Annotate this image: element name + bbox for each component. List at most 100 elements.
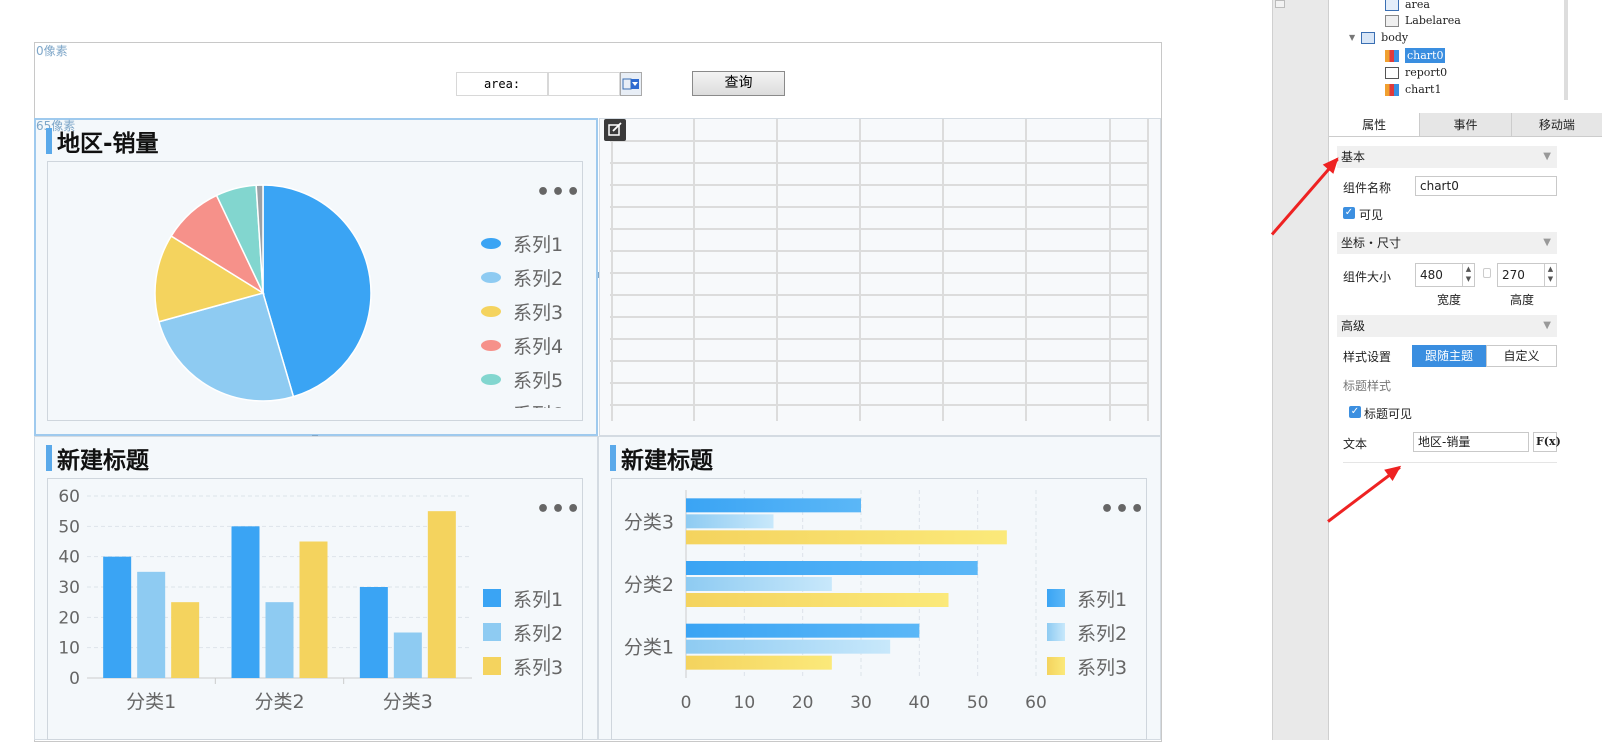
- label-icon: [1385, 14, 1399, 27]
- x-tick-label: 40: [909, 693, 931, 713]
- tree-item-report0[interactable]: report0: [1385, 66, 1447, 79]
- tab-mobile[interactable]: 移动端: [1511, 113, 1602, 136]
- legend-item-s1[interactable]: 系列1: [1047, 581, 1127, 615]
- legend-swatch: [481, 373, 501, 385]
- title-text-input[interactable]: 地区-销量: [1413, 432, 1529, 452]
- text-label: 文本: [1343, 437, 1368, 451]
- lock-icon[interactable]: [1483, 268, 1491, 278]
- tab-properties[interactable]: 属性: [1329, 113, 1421, 136]
- section-basic[interactable]: 基本 ▼: [1337, 146, 1557, 168]
- legend-item-s3[interactable]: 系列3: [481, 294, 581, 328]
- hbar-1-1[interactable]: [686, 623, 920, 638]
- section-advanced[interactable]: 高级 ▼: [1337, 315, 1557, 337]
- tree-item-labelarea[interactable]: Labelarea: [1385, 14, 1461, 27]
- horizontal-bar-chart: 0 10 20 30 40 50 60 分类1 分类2 分类3: [624, 490, 1047, 713]
- hbar-2-3[interactable]: [686, 514, 774, 529]
- bar-2-3[interactable]: [393, 632, 422, 679]
- hbar-more-icon[interactable]: •••: [1100, 497, 1145, 522]
- hbar-2-1[interactable]: [686, 639, 891, 654]
- tree-label: Labelarea: [1405, 14, 1461, 27]
- legend-swatch: [481, 305, 501, 317]
- tree-item-chart0[interactable]: chart0: [1385, 48, 1446, 63]
- pie-legend: 系列1 系列2 系列3 系列4 系列5 系列6: [481, 226, 581, 408]
- formula-button[interactable]: F(x): [1533, 432, 1561, 452]
- tree-item-chart1[interactable]: chart1: [1385, 83, 1441, 96]
- hbar-3-2[interactable]: [686, 593, 949, 607]
- bar-legend: 系列1 系列2 系列3: [483, 581, 563, 683]
- hbar-panel-title-text: 新建标题: [621, 448, 713, 474]
- divider: [1343, 462, 1557, 463]
- width-stepper[interactable]: ▲ ▼: [1462, 264, 1474, 286]
- tree-label: body: [1381, 31, 1409, 44]
- bar-panel-title: 新建标题: [46, 441, 149, 475]
- hbar-1-2[interactable]: [686, 561, 978, 575]
- area-param-input[interactable]: [548, 72, 620, 96]
- legend-item-s2[interactable]: 系列2: [483, 615, 563, 649]
- x-tick-label: 60: [1025, 693, 1047, 713]
- report-icon: [1385, 66, 1399, 79]
- bar-2-1[interactable]: [137, 571, 166, 678]
- legend-item-s4[interactable]: 系列4: [481, 328, 581, 362]
- dropdown-icon: [622, 78, 639, 90]
- section-position-size[interactable]: 坐标・尺寸 ▼: [1337, 232, 1557, 254]
- legend-item-s6[interactable]: 系列6: [481, 396, 581, 408]
- height-label: 高度: [1510, 293, 1535, 307]
- tree-item-body[interactable]: ▼ body: [1349, 31, 1408, 44]
- pie-more-icon[interactable]: •••: [536, 180, 581, 205]
- tree-item-area[interactable]: area: [1385, 0, 1430, 11]
- y-tick-label: 40: [58, 548, 80, 568]
- y-tick-label: 分类3: [624, 511, 674, 533]
- bar-1-2[interactable]: [231, 526, 260, 678]
- bar-3-1[interactable]: [171, 602, 200, 678]
- hbar-3-1[interactable]: [686, 655, 832, 670]
- legend-swatch: [481, 271, 501, 283]
- collapse-icon: ▼: [1543, 151, 1551, 162]
- y-tick-label: 0: [69, 669, 80, 689]
- bar-1-1[interactable]: [103, 556, 132, 678]
- legend-swatch: [483, 623, 501, 641]
- vertical-bar-chart: 0 10 20 30 40 50 60 分类1 分类2 分类3: [58, 487, 472, 713]
- legend-item-s3[interactable]: 系列3: [1047, 649, 1127, 683]
- hbar-legend: 系列1 系列2 系列3: [1047, 581, 1127, 683]
- legend-swatch: [1047, 589, 1065, 607]
- size-label: 组件大小: [1343, 270, 1392, 284]
- custom-style-button[interactable]: 自定义: [1486, 345, 1557, 367]
- bar-panel-title-text: 新建标题: [57, 448, 149, 474]
- bar-2-2[interactable]: [265, 602, 294, 678]
- combo-icon: [1385, 0, 1399, 11]
- y-tick-label: 30: [58, 578, 80, 598]
- query-button[interactable]: 查询: [692, 71, 785, 96]
- legend-item-s3[interactable]: 系列3: [483, 649, 563, 683]
- title-visible-checkbox[interactable]: ✓: [1349, 406, 1361, 418]
- legend-item-s5[interactable]: 系列5: [481, 362, 581, 396]
- visible-checkbox[interactable]: ✓: [1343, 207, 1355, 219]
- area-dropdown-button[interactable]: [620, 72, 642, 96]
- x-tick-label: 10: [734, 693, 756, 713]
- bar-3-2[interactable]: [299, 541, 328, 679]
- hbar-1-3[interactable]: [686, 498, 861, 513]
- tab-events[interactable]: 事件: [1420, 113, 1512, 136]
- width-label: 宽度: [1437, 293, 1462, 307]
- legend-item-s2[interactable]: 系列2: [481, 260, 581, 294]
- scroll-up-button[interactable]: [1275, 0, 1285, 8]
- legend-item-s1[interactable]: 系列1: [481, 226, 581, 260]
- legend-item-s2[interactable]: 系列2: [1047, 615, 1127, 649]
- edit-icon[interactable]: [604, 119, 626, 141]
- x-tick-label: 分类2: [254, 691, 304, 713]
- report-grid-panel[interactable]: [599, 118, 1161, 436]
- follow-theme-button[interactable]: 跟随主题: [1412, 345, 1486, 367]
- height-stepper[interactable]: ▲ ▼: [1544, 264, 1556, 286]
- component-name-input[interactable]: chart0: [1415, 176, 1557, 196]
- section-title: 坐标・尺寸: [1341, 236, 1402, 250]
- bar-1-3[interactable]: [359, 587, 388, 678]
- bar-more-icon[interactable]: •••: [536, 497, 581, 522]
- report-grid: [610, 119, 1149, 421]
- tree-scrollbar[interactable]: [1564, 0, 1568, 100]
- bar-3-3[interactable]: [427, 511, 456, 678]
- ruler-label-top: 0像素: [36, 44, 68, 58]
- legend-label: 系列5: [513, 369, 564, 392]
- hbar-2-2[interactable]: [686, 577, 832, 591]
- title-accent-bar: [610, 445, 616, 471]
- legend-item-s1[interactable]: 系列1: [483, 581, 563, 615]
- hbar-3-3[interactable]: [686, 530, 1007, 545]
